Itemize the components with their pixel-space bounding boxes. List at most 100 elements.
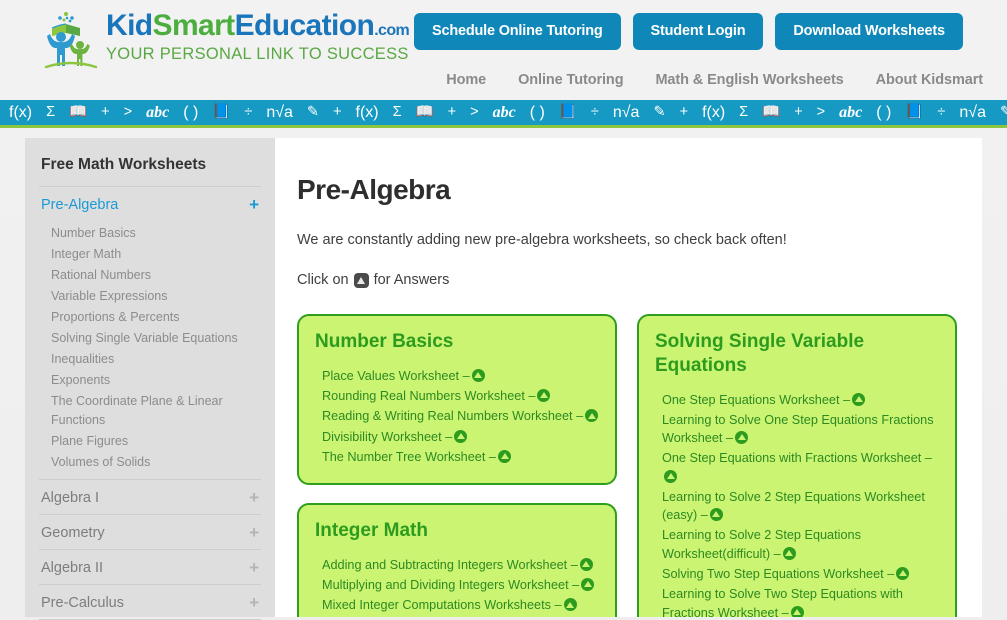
sidebar-group-algebra-i[interactable]: Algebra I + [39,479,261,514]
sidebar-group-pre-algebra[interactable]: Pre-Algebra + [39,186,261,221]
worksheet-card: Solving Single Variable Equations One Ste… [637,314,957,617]
worksheet-link-label: Adding and Subtracting Integers Workshee… [322,557,578,572]
answer-key-icon[interactable] [585,409,599,423]
sidebar-subitem[interactable]: Number Basics [51,223,261,244]
answer-key-icon[interactable] [735,431,748,445]
math-symbol-plus-icon: + [333,104,342,121]
sidebar-sublist: Number Basics Integer Math Rational Number… [39,221,261,479]
worksheet-link-item[interactable]: Reading & Writing Real Numbers Worksheet… [322,406,599,426]
worksheet-card-title: Number Basics [315,331,454,352]
answers-legend-suffix: for Answers [373,272,450,288]
math-symbol--icon: ( ) [529,103,545,121]
answer-key-icon[interactable] [709,508,723,522]
math-symbol-na-icon: n√a [959,103,986,121]
worksheet-link-item[interactable]: One Step Equations with Fractions Worksh… [662,448,939,487]
answer-key-icon[interactable] [790,605,804,617]
nav-item-math-english-worksheets[interactable]: Math & English Worksheets [655,72,843,88]
math-symbol--icon: ✎ [306,104,320,121]
sidebar-subitem[interactable]: The Coordinate Plane & Linear Functions [51,391,261,431]
math-symbol--icon: 📘 [905,104,924,121]
worksheet-link-label: Mixed Integer Computations Worksheets – [322,598,562,613]
worksheet-link-item[interactable]: The Number Tree Worksheet – [322,447,599,467]
worksheet-link-item[interactable]: Multiplying and Dividing Integers Worksh… [322,575,599,595]
sidebar-subitem[interactable]: Exponents [51,370,261,391]
worksheet-link-item[interactable]: One Step Equations Worksheet – [662,390,939,410]
expand-plus-icon[interactable]: + [249,489,259,506]
expand-plus-icon[interactable]: + [249,559,259,576]
worksheet-link-item[interactable]: Rounding Real Numbers Worksheet – [322,386,599,406]
worksheet-link-item[interactable]: Absolute Value Worksheet (easy) – [322,616,599,617]
student-login-button[interactable]: Student Login [632,13,764,50]
worksheet-link-list: Adding and Subtracting Integers Workshee… [315,555,599,617]
worksheet-link-label: Multiplying and Dividing Integers Worksh… [322,578,580,593]
content-shell: Free Math Worksheets Pre-Algebra + Number … [25,138,982,620]
sidebar-subitem[interactable]: Volumes of Solids [51,452,261,473]
worksheet-card-grid: Number Basics Place Values Worksheet – Rou… [297,314,957,617]
nav-item-home[interactable]: Home [446,72,486,88]
sidebar-group-label: Pre-Calculus [41,594,124,611]
expand-plus-icon[interactable]: + [249,196,259,213]
math-symbol--icon: ✎ [1000,105,1007,120]
logo-education: Education [234,9,375,42]
sidebar-title: Free Math Worksheets [41,156,207,173]
worksheet-link-item[interactable]: Learning to Solve 2 Step Equations Works… [662,525,939,564]
main-content: Pre-Algebra We are constantly adding new… [275,138,982,617]
sidebar-group-label: Algebra II [41,559,104,576]
worksheet-link-item[interactable]: Place Values Worksheet – [322,366,599,386]
answer-key-icon[interactable] [537,389,551,403]
worksheet-link-label: Learning to Solve Two Step Equations wit… [662,587,903,617]
sidebar-group-geometry[interactable]: Geometry + [39,514,261,549]
worksheet-link-label: Learning to Solve 2 Step Equations Works… [662,489,925,523]
worksheet-link-item[interactable]: Learning to Solve 2 Step Equations Works… [662,487,939,526]
answer-key-icon[interactable] [579,557,593,571]
answer-key-icon[interactable] [782,546,796,560]
worksheet-link-item[interactable]: Mixed Integer Computations Worksheets – [322,595,599,615]
worksheet-link-item[interactable]: Adding and Subtracting Integers Workshee… [322,555,599,575]
math-symbol--icon: 📘 [558,104,577,121]
nav-item-online-tutoring[interactable]: Online Tutoring [518,72,623,88]
math-symbol--icon: ( ) [876,103,892,121]
answer-key-icon[interactable] [454,429,468,443]
logo-kid: Kid [106,9,153,42]
worksheet-link-label: Place Values Worksheet – [322,368,470,383]
sidebar-subitem[interactable]: Inequalities [51,349,261,370]
answer-key-icon[interactable] [664,469,677,483]
nav-item-about-kidsmart[interactable]: About Kidsmart [876,72,983,88]
worksheet-card-title: Integer Math [315,520,428,542]
worksheet-link-item[interactable]: Divisibility Worksheet – [322,427,599,447]
sidebar-subitem[interactable]: Rational Numbers [51,265,261,286]
sidebar-subitem[interactable]: Plane Figures [51,431,261,452]
schedule-online-tutoring-button[interactable]: Schedule Online Tutoring [414,13,621,50]
sidebar-subitem[interactable]: Proportions & Percents [51,307,261,328]
answer-key-icon[interactable] [852,392,866,406]
worksheet-link-item[interactable]: Learning to Solve One Step Equations Fra… [662,410,939,449]
math-symbol--icon: Σ [392,104,402,121]
answer-key-icon[interactable] [471,368,485,382]
site-logo[interactable]: KidSmartEducation.com YOUR PERSONAL LINK… [40,5,410,71]
sidebar-group-pre-calculus[interactable]: Pre-Calculus + [39,584,261,619]
sidebar-group-algebra-ii[interactable]: Algebra II + [39,549,261,584]
math-symbol--icon: 📖 [415,104,434,121]
worksheet-link-item[interactable]: Solving Two Step Equations Worksheet – [662,564,939,584]
math-symbol-fx-icon: f(x) [9,103,33,121]
sidebar-group-label: Geometry [41,524,105,541]
math-symbol--icon: Σ [46,104,56,121]
sidebar-subitem[interactable]: Solving Single Variable Equations [51,328,261,349]
card-column: Solving Single Variable Equations One Ste… [637,314,957,617]
answer-key-icon[interactable] [581,578,595,592]
worksheet-link-label: One Step Equations Worksheet – [662,392,851,407]
worksheet-link-list: One Step Equations Worksheet – Learning t… [655,390,939,617]
answer-key-icon[interactable] [896,567,910,581]
sidebar-subitem[interactable]: Variable Expressions [51,286,261,307]
math-symbol--icon: ÷ [244,104,253,121]
expand-plus-icon[interactable]: + [249,524,259,541]
answer-key-icon[interactable] [563,598,577,612]
sidebar-subitem[interactable]: Integer Math [51,244,261,265]
expand-plus-icon[interactable]: + [249,594,259,611]
math-symbol--icon: + [101,104,110,121]
download-worksheets-button[interactable]: Download Worksheets [775,13,963,50]
intro-text: We are constantly adding new pre-algebra… [297,232,787,248]
answers-legend: Click on for Answers [297,272,956,288]
answer-key-icon[interactable] [497,449,511,463]
worksheet-link-item[interactable]: Learning to Solve Two Step Equations wit… [662,584,939,617]
